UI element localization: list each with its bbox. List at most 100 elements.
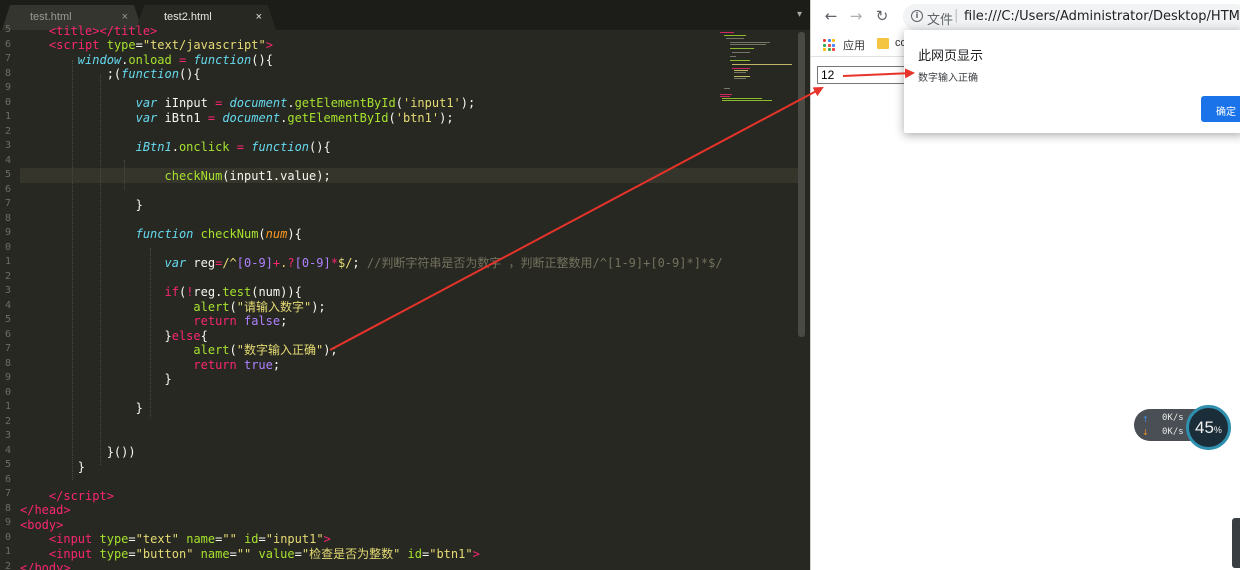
line-number: 0: [4, 96, 11, 108]
line-number: 6: [4, 473, 11, 485]
dialog-message: 数字输入正确: [918, 73, 978, 84]
folder-icon[interactable]: [877, 38, 889, 49]
line-number: 3: [4, 140, 11, 151]
code-line: <input type="button" name="" value="检查是否…: [48, 547, 480, 561]
address-file-label: 文件: [927, 13, 954, 28]
code-line: }: [20, 401, 143, 415]
line-number: 0: [4, 531, 11, 543]
line-number: 9: [4, 82, 11, 93]
line-number: 2: [4, 270, 11, 282]
line-number: 6: [4, 38, 11, 50]
usage-percent: 45%: [1195, 418, 1222, 437]
tab-label: test2.html: [164, 11, 212, 23]
code-line: iBtn1.onclick = function(){: [135, 140, 331, 154]
line-number: 1: [4, 401, 11, 412]
line-number: 9: [4, 517, 11, 528]
address-bar[interactable]: i 文件 | file:///C:/Users/Administrator/De…: [903, 4, 1240, 30]
download-arrow-icon: ↓: [1142, 428, 1149, 437]
line-number: 7: [4, 488, 11, 499]
line-number: 7: [4, 53, 11, 64]
code-line: return false;: [193, 314, 288, 328]
line-number: 8: [4, 212, 11, 224]
usage-gauge: 45%: [1186, 405, 1231, 450]
line-number: 8: [4, 357, 11, 369]
reload-icon[interactable]: ↻: [873, 7, 891, 25]
code-line: <script type="text/javascript">: [48, 38, 273, 52]
code-line: <input type="text" name="" id="input1">: [48, 532, 331, 546]
code-area[interactable]: <title></title> <script type="text/javas…: [20, 24, 800, 570]
alert-dialog: 此网页显示 数字输入正确 确定: [904, 30, 1240, 133]
forward-arrow-icon[interactable]: →: [847, 7, 865, 25]
line-number: 9: [4, 372, 11, 383]
network-speed-widget[interactable]: ↑ ↓ 0K/s 0K/s 45%: [1134, 405, 1240, 450]
line-number: 4: [4, 299, 11, 311]
code-line: var iInput = document.getElementById('in…: [135, 96, 476, 110]
info-icon[interactable]: i: [911, 10, 923, 22]
line-number-gutter: 5 6 7 8 9 0 1 2 3 4 5 6 7 8 9 0 1 2 3 4 5 6 7 8 9 0 1 2 3 4 5 6 7 8 9 0 1 2: [0, 24, 18, 570]
line-number: 0: [4, 386, 11, 398]
browser-toolbar: ← → ↻ i 文件 | file:///C:/Users/Administra…: [811, 0, 1240, 33]
line-number: 4: [4, 444, 11, 456]
line-number: 2: [4, 125, 11, 137]
address-url[interactable]: file:///C:/Users/Administrator/Desktop/H…: [964, 9, 1240, 24]
line-number: 1: [4, 111, 11, 122]
line-number: 5: [4, 459, 11, 470]
line-number: 4: [4, 154, 11, 166]
upload-speed: 0K/s: [1162, 413, 1184, 423]
line-number: 0: [4, 241, 11, 253]
code-line: }else{: [20, 329, 208, 343]
code-line: function checkNum(num){: [135, 227, 302, 241]
line-number: 1: [4, 256, 11, 267]
code-line: }: [20, 460, 86, 474]
code-line: </body>: [20, 561, 71, 570]
code-line: }: [20, 372, 172, 386]
code-line: </script>: [48, 489, 114, 503]
code-line: return true;: [193, 358, 281, 372]
dialog-title: 此网页显示: [918, 49, 984, 64]
line-number: 6: [4, 183, 11, 195]
line-number: 2: [4, 415, 11, 427]
code-line: alert("请输入数字");: [193, 300, 326, 314]
ok-button[interactable]: 确定: [1201, 96, 1240, 122]
code-editor: test.html × test2.html × ▾ 5 6 7 8 9 0 1 2 3 4 5 6 7…: [0, 0, 810, 570]
code-line: window.onload = function(){: [77, 53, 273, 67]
browser-window: ← → ↻ i 文件 | file:///C:/Users/Administra…: [810, 0, 1240, 570]
line-number: 8: [4, 67, 11, 79]
tab-close-icon[interactable]: ×: [122, 11, 128, 23]
code-minimap[interactable]: [716, 30, 800, 110]
line-number: 3: [4, 430, 11, 441]
tab-label: test.html: [30, 11, 72, 23]
line-number: 2: [4, 560, 11, 570]
code-line: checkNum(input1.value);: [164, 169, 331, 183]
bookmark-apps[interactable]: 应用: [843, 37, 865, 53]
line-number: 5: [4, 169, 11, 180]
code-line: <title></title>: [48, 24, 158, 38]
line-number: 7: [4, 198, 11, 209]
line-number: 7: [4, 343, 11, 354]
code-line: }()): [20, 445, 136, 459]
address-separator: |: [954, 8, 959, 23]
code-line: if(!reg.test(num)){: [164, 285, 302, 299]
line-number: 6: [4, 328, 11, 340]
code-line: var reg=/^[0-9]+.?[0-9]*$/; //判断字符串是否为数字…: [164, 256, 723, 270]
line-number: 3: [4, 285, 11, 296]
upload-arrow-icon: ↑: [1142, 415, 1149, 424]
code-line: alert("数字输入正确");: [193, 343, 338, 357]
line-number: 5: [4, 314, 11, 325]
code-line: <body>: [20, 518, 64, 532]
line-number: 8: [4, 502, 11, 514]
line-number: 1: [4, 546, 11, 557]
edge-handle[interactable]: [1232, 518, 1240, 568]
number-input[interactable]: [817, 66, 917, 84]
line-number: 9: [4, 227, 11, 238]
tab-dropdown-icon[interactable]: ▾: [797, 9, 802, 20]
editor-scrollbar[interactable]: [798, 32, 805, 337]
code-line: var iBtn1 = document.getElementById('btn…: [135, 111, 454, 125]
back-arrow-icon[interactable]: ←: [822, 7, 840, 25]
line-number: 5: [4, 24, 11, 35]
code-line: ;(function(){: [20, 67, 201, 81]
code-line: </head>: [20, 503, 71, 517]
code-line: }: [20, 198, 143, 212]
tab-close-icon[interactable]: ×: [256, 11, 262, 23]
apps-grid-icon[interactable]: [823, 39, 835, 51]
